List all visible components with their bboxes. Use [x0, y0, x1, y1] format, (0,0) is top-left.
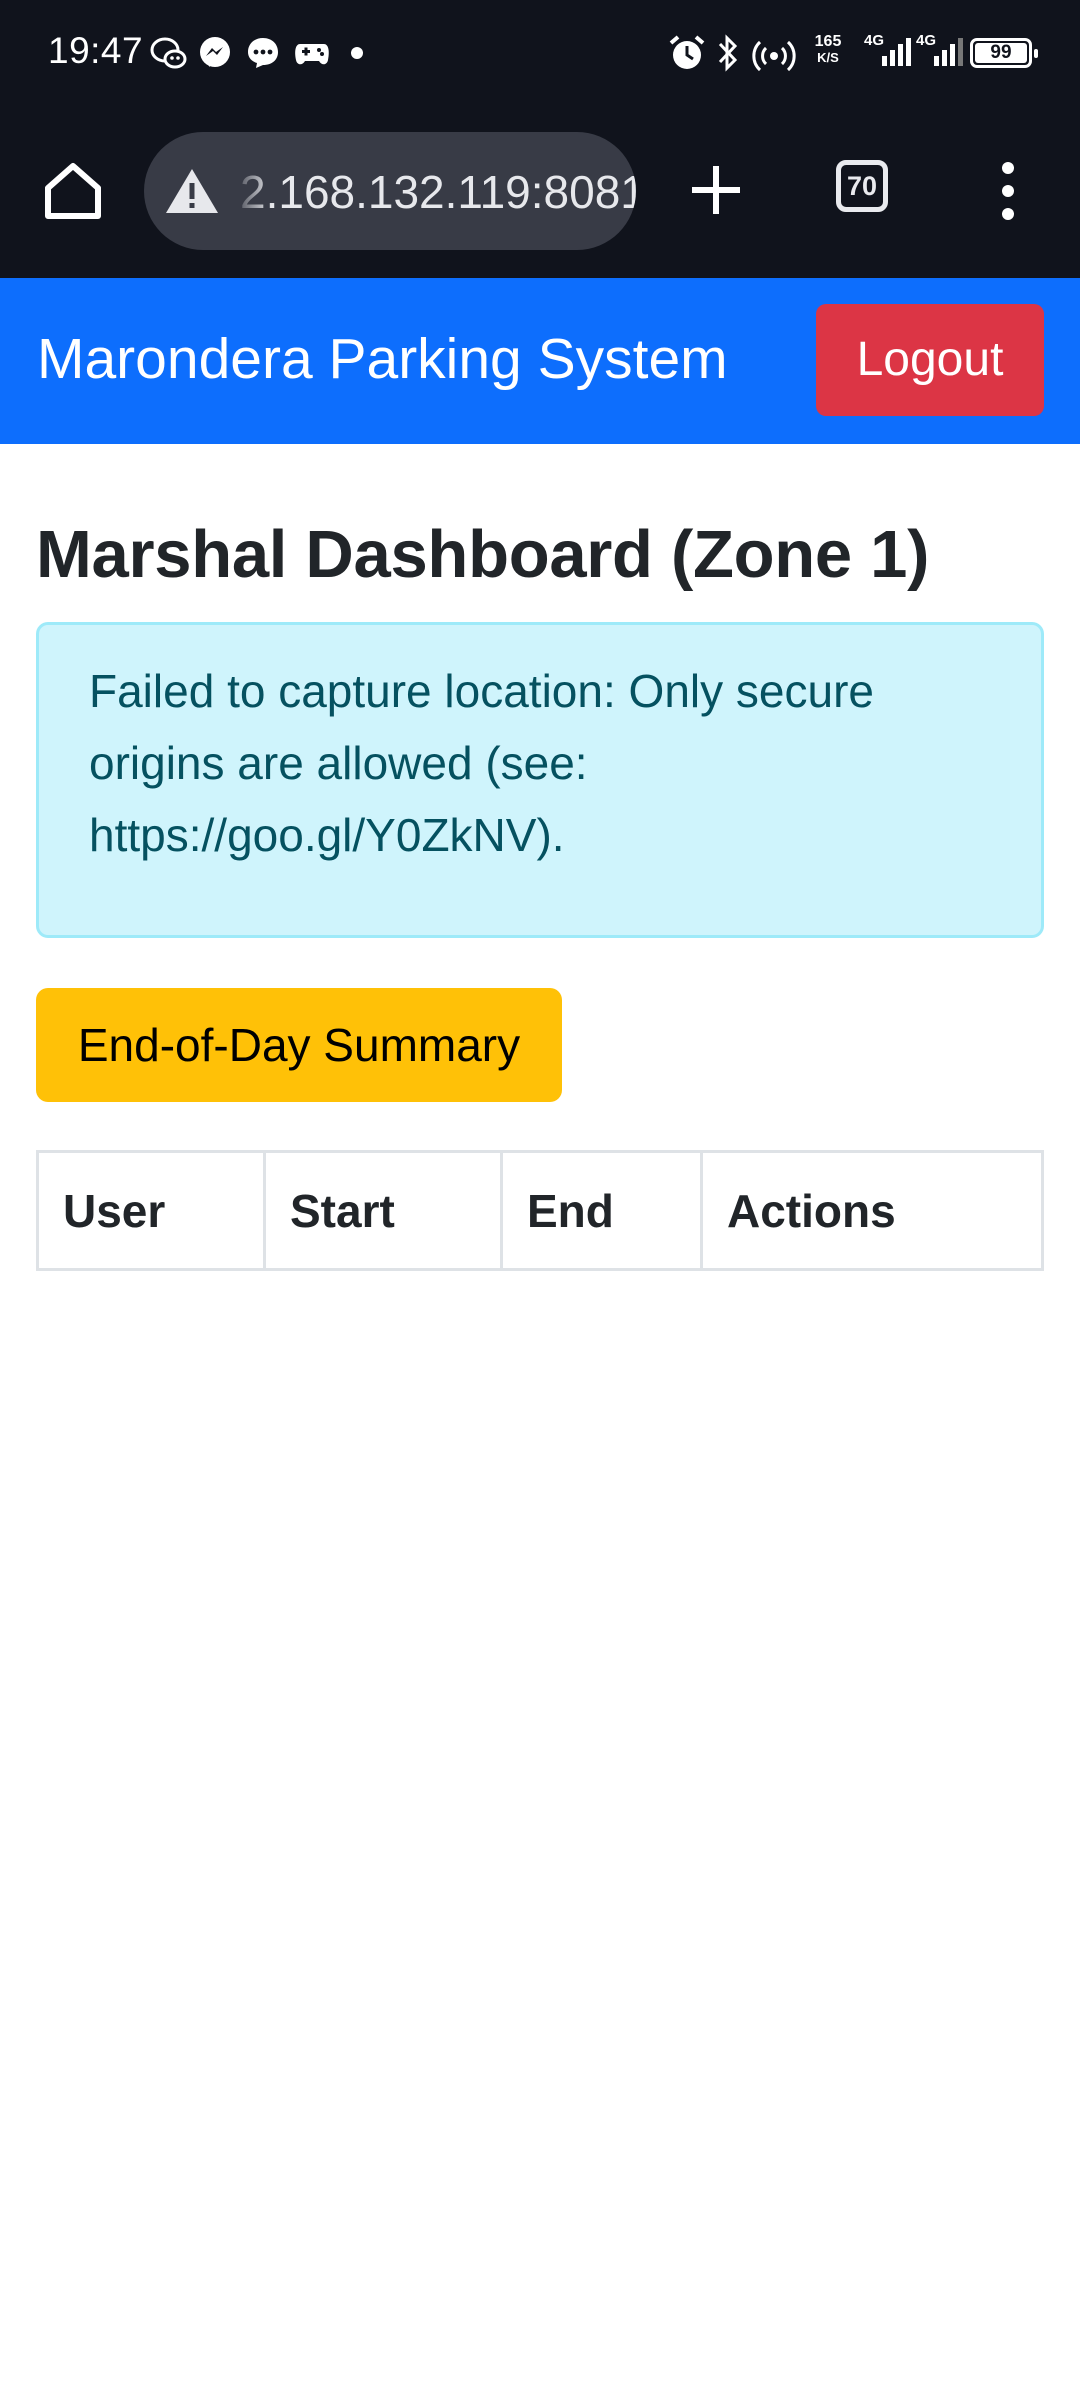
- home-icon[interactable]: [40, 158, 106, 224]
- tab-switcher-icon[interactable]: 70: [836, 160, 888, 212]
- battery-icon: 99: [970, 38, 1038, 68]
- network-speed: 165 K/S: [814, 33, 842, 66]
- signal-1-icon: 4G: [864, 32, 914, 72]
- bluetooth-icon: [718, 34, 738, 72]
- status-time: 19:47: [48, 30, 144, 71]
- browser-toolbar: 2.168.132.119:8081 70: [0, 108, 1080, 278]
- column-header-start: Start: [263, 1150, 503, 1271]
- column-header-actions: Actions: [700, 1150, 1044, 1271]
- page-title: Marshal Dashboard (Zone 1): [36, 517, 930, 592]
- more-vert-icon[interactable]: [990, 158, 1026, 224]
- column-header-user: User: [36, 1150, 266, 1271]
- hotspot-icon: [752, 40, 796, 72]
- end-of-day-summary-button[interactable]: End-of-Day Summary: [36, 988, 562, 1102]
- messenger-icon: [200, 37, 230, 67]
- signal-2-icon: 4G: [916, 32, 966, 72]
- table-header-row: User Start End Actions: [36, 1150, 1044, 1271]
- address-bar[interactable]: 2.168.132.119:8081: [144, 132, 636, 250]
- alarm-icon: [669, 35, 705, 69]
- column-header-end: End: [500, 1150, 703, 1271]
- app-navbar: Marondera Parking System Logout: [0, 278, 1080, 444]
- game-icon: [295, 44, 329, 65]
- new-tab-plus-icon[interactable]: [686, 160, 746, 220]
- status-bar: 19:47 165 K/S 4G 4G 99: [0, 0, 1080, 108]
- navbar-brand[interactable]: Marondera Parking System: [37, 326, 728, 392]
- chat-icon: [248, 38, 278, 68]
- dot-icon: [351, 47, 363, 59]
- logout-button[interactable]: Logout: [816, 304, 1044, 416]
- location-error-alert: Failed to capture location: Only secure …: [36, 622, 1044, 938]
- url-text[interactable]: 2.168.132.119:8081: [240, 165, 636, 219]
- wechat-icon: [150, 37, 187, 69]
- not-secure-warning-icon[interactable]: [164, 166, 220, 216]
- sessions-table: User Start End Actions: [36, 1150, 1044, 1271]
